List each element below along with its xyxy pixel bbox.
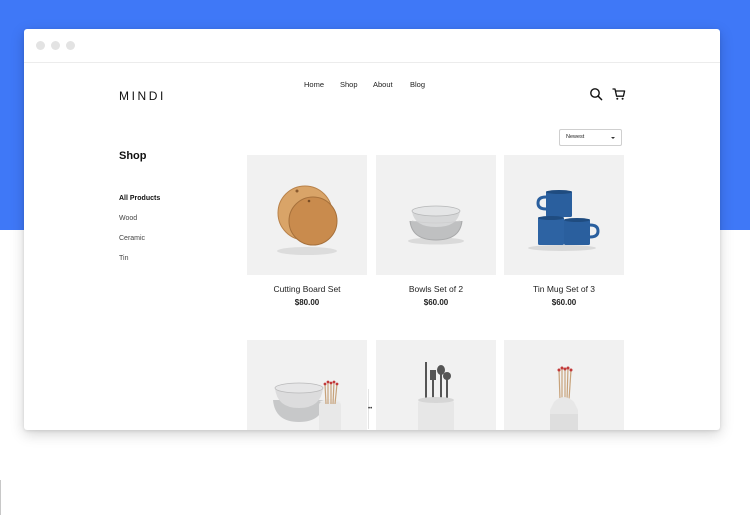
nav-shop[interactable]: Shop <box>340 80 358 89</box>
cart-icon <box>612 88 626 100</box>
product-price: $60.00 <box>423 298 449 307</box>
window-minimize-dot[interactable] <box>51 41 60 50</box>
bowls-matches-image <box>273 380 341 430</box>
more-dots-icon[interactable]: •• <box>368 406 372 412</box>
product-name[interactable]: Cutting Board Set <box>247 284 367 294</box>
nav-about[interactable]: About <box>373 80 393 89</box>
nav-blog[interactable]: Blog <box>410 80 425 89</box>
product-name[interactable]: Tin Mug Set of 3 <box>504 284 624 294</box>
category-all-products[interactable]: All Products <box>119 195 160 202</box>
cutting-board-image <box>277 185 338 255</box>
window-titlebar <box>24 29 720 63</box>
product-price: $60.00 <box>551 298 577 307</box>
tin-mugs-image <box>528 190 600 251</box>
bowls-image <box>408 205 464 245</box>
utensil-holder-image <box>418 362 454 430</box>
category-wood[interactable]: Wood <box>119 215 137 222</box>
window-close-dot[interactable] <box>36 41 45 50</box>
search-icon <box>590 88 603 101</box>
window-maximize-dot[interactable] <box>66 41 75 50</box>
product-image-match-holder[interactable] <box>504 340 624 430</box>
dropdown-caret-icon <box>611 137 615 139</box>
product-image-cutting-board-set[interactable] <box>247 155 367 275</box>
product-price: $80.00 <box>294 298 320 307</box>
category-ceramic[interactable]: Ceramic <box>119 235 145 242</box>
cart-button[interactable] <box>612 87 626 101</box>
product-name[interactable]: Bowls Set of 2 <box>376 284 496 294</box>
sort-select[interactable]: Newest <box>559 129 622 146</box>
sort-selected-value: Newest <box>566 134 585 140</box>
page-divider <box>0 480 1 515</box>
sidebar-title: Shop <box>119 150 147 162</box>
product-image-utensil-holder[interactable] <box>376 340 496 430</box>
product-image-bowls-and-matches[interactable] <box>247 340 367 430</box>
product-image-tin-mug-set[interactable] <box>504 155 624 275</box>
match-holder-image <box>550 366 578 430</box>
search-button[interactable] <box>589 87 603 101</box>
product-image-bowls-set[interactable] <box>376 155 496 275</box>
category-tin[interactable]: Tin <box>119 255 128 262</box>
browser-window: MINDI Home Shop About Blog Shop All Prod… <box>24 29 720 430</box>
nav-home[interactable]: Home <box>304 80 324 89</box>
